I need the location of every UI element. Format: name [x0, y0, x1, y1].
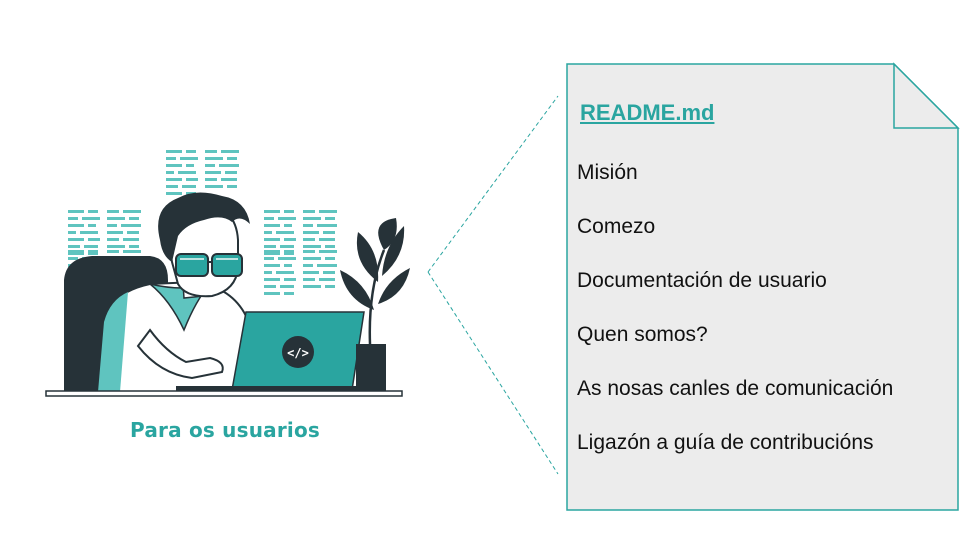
readme-title-link[interactable]: README.md: [580, 100, 714, 126]
readme-item-quen-somos: Quen somos?: [577, 323, 708, 346]
illustration-caption: Para os usuarios: [130, 418, 320, 442]
readme-contents-list: Misión Comezo Documentación de usuario Q…: [577, 158, 893, 482]
plant-pot: [356, 344, 386, 392]
readme-item-mision: Misión: [577, 161, 638, 184]
readme-item-guia-contribucions: Ligazón a guía de contribucións: [577, 431, 874, 454]
laptop-code-glyph: </>: [287, 346, 309, 360]
desk: [45, 390, 403, 397]
readme-item-canles: As nosas canles de comunicación: [577, 377, 894, 400]
readme-item-documentacion: Documentación de usuario: [577, 269, 827, 292]
readme-item-comezo: Comezo: [577, 215, 656, 238]
callout-connector: [427, 95, 559, 475]
document-folded-corner: [893, 62, 960, 129]
